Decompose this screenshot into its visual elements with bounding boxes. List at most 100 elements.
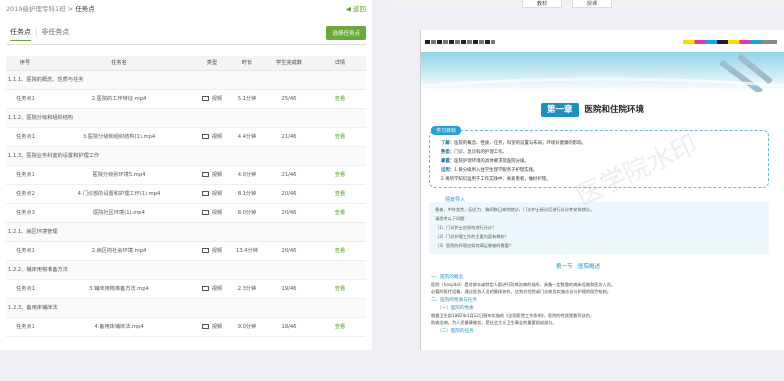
cell-detail[interactable]: 查看 [314,279,366,299]
cell-duration: 4.0分钟 [230,165,264,185]
cell-duration: 8.1分钟 [230,184,264,204]
chapter-title: 医院和住院环境 [584,105,645,115]
cell-duration: 5.1分钟 [230,89,264,109]
cell-type: 视频 [194,241,230,261]
cell-no: 任务点1 [6,317,44,337]
cell-duration: 8.0分钟 [230,203,264,223]
section-row: 1.2.1、病区环境管理 [6,222,366,242]
cell-done: 20/46 [264,203,314,223]
task-panel: 2019级护理专科1班 > 任务点 ◀ 返回 任务点 | 非任务点 选择任务点 序号… [0,0,372,350]
goal-key: 熟悉： [441,150,455,155]
goal-text: 1.将分级用入住学生理学服务于护理实践。 [454,168,538,173]
type-label: 视频 [211,96,223,102]
video-icon [201,96,209,101]
column-header: 任务名 [44,56,194,71]
tab-separator: | [35,28,38,36]
goal-key: 运用： [441,168,455,173]
cell-no: 任务点3 [6,203,44,223]
cell-detail[interactable]: 查看 [314,184,366,204]
cell-name[interactable]: 3.医院分级和组织结构(1).mp4 [44,127,194,147]
book-page: 第一章 医院和住院环境 学习目标 了解：医院的概念、性质、任务，科室的设置与布局，… [420,30,784,350]
task-table: 序号 任务名 类型 时长 学生完成数 详情 1.1.1、医院的概念、性质与任务 任务点1 2.… [6,56,366,337]
section-label: 1.1.2、医院分级和组织结构 [6,108,366,128]
cell-name[interactable]: 4.备用床铺床法.mp4 [44,317,194,337]
case-line: （3）医院的环境应如何满足患者的需要？ [435,243,514,248]
cell-name[interactable]: 2.病区的社会环境.mp4 [44,241,194,261]
cell-done: 19/46 [264,279,314,299]
heading-1: 一、医院的概念 [431,275,464,280]
cell-done: 20/46 [264,184,314,204]
table-row: 任务点1 3.医院分级和组织结构(1).mp4 视频 4.4分钟 21/46 查看 [6,127,366,147]
cell-name[interactable]: 4.门诊部的设置和护理工作(1).mp4 [44,184,194,204]
cell-done: 18/46 [264,317,314,337]
cell-no: 任务点2 [6,184,44,204]
section-row: 1.1.3、医院业务科室的设置和护理工作 [6,146,366,166]
type-label: 视频 [211,134,223,140]
paragraph-line: 根据卫生部1982年1月12日颁布实施的《全国医院工作条例》，医院的性质是救死扶… [431,313,595,318]
goal-key: 了解： [441,141,455,146]
goal-text: 医院护理环境的具体要求及医院分级。 [454,159,529,164]
table-row: 任务点1 3.铺床用物准备方法.mp4 视频 2.3分钟 19/46 查看 [6,279,366,299]
back-label: 返回 [353,5,366,13]
table-row: 任务点1 4.备用床铺床法.mp4 视频 9.0分钟 18/46 查看 [6,317,366,337]
select-task-point-button[interactable]: 选择任务点 [326,26,366,40]
table-header: 序号 任务名 类型 时长 学生完成数 详情 [6,56,366,71]
tab-teaching[interactable]: 授课 [572,0,612,8]
table-row: 任务点1 2.医院的工作特征.mp4 视频 5.1分钟 25/46 查看 [6,89,366,109]
cell-detail[interactable]: 查看 [314,241,366,261]
goal-key: 掌握： [441,159,455,164]
cell-name[interactable]: 2.医院的工作特征.mp4 [44,89,194,109]
table-row: 任务点3 医院社区环境(1).mp4 视频 8.0分钟 20/46 查看 [6,203,366,223]
task-tabs: 任务点 | 非任务点 [10,27,69,41]
cell-name[interactable]: 3.铺床用物准备方法.mp4 [44,279,194,299]
chapter-banner [420,52,784,95]
cell-detail[interactable]: 查看 [314,317,366,337]
type-label: 视频 [211,172,223,178]
paragraph-line: 防病治病，为人民健康服务，是社会主义卫生事业的重要组成部分。 [431,320,557,325]
cell-type: 视频 [194,89,230,109]
column-header: 时长 [230,56,264,71]
type-label: 视频 [211,286,223,292]
cell-duration: 2.3分钟 [230,279,264,299]
tab-non-task-points[interactable]: 非任务点 [41,28,69,36]
column-header: 序号 [6,56,44,71]
section-row: 1.2.2、铺床用物准备方法 [6,260,366,280]
breadcrumb-parent[interactable]: 2019级护理专科1班 [6,5,66,13]
cell-name[interactable]: 医院分级别环境5.mp4 [44,165,194,185]
goal-line: 掌握：医院护理环境的具体要求及医院分级。 [441,158,529,164]
tab-task-points[interactable]: 任务点 [10,28,31,41]
cell-no: 任务点1 [6,89,44,109]
cell-detail[interactable]: 查看 [314,127,366,147]
cell-detail[interactable]: 查看 [314,89,366,109]
learning-goals-title: 学习目标 [431,126,462,135]
cell-type: 视频 [194,184,230,204]
section-label: 1.1.1、医院的概念、性质与任务 [6,70,366,90]
goal-line: 了解：医院的概念、性质、任务，科室的设置与布局，环境对健康的影响。 [441,140,586,146]
goal-text: 门诊、急诊科的护理工作。 [454,150,507,155]
cell-type: 视频 [194,279,230,299]
cell-name[interactable]: 医院社区环境(1).mp4 [44,203,194,223]
section-label: 1.2.3、备用床铺床法 [6,298,366,318]
video-icon [201,134,209,139]
goal-text: 医院的概念、性质、任务，科室的设置与布局，环境对健康的影响。 [454,141,586,146]
cell-no: 任务点1 [6,241,44,261]
cell-done: 20/46 [264,241,314,261]
print-color-bar [683,40,777,44]
cell-detail[interactable]: 查看 [314,203,366,223]
back-button[interactable]: ◀ 返回 [346,3,366,13]
case-line: 请思考以下问题： [435,216,469,221]
video-icon [201,191,209,196]
video-icon [201,210,209,215]
video-icon [201,172,209,177]
chapter-number: 第一章 [541,103,579,117]
tab-textbook[interactable]: 教材 [522,0,562,8]
textbook-viewer: 教材 授课 第一章 医院和住院环境 学习目标 了解：医院的概念、性质、任务，科室的… [392,0,784,350]
breadcrumb: 2019级护理专科1班 > 任务点 [6,3,95,13]
heading-3: （一）医院的性质 [437,306,474,311]
cell-type: 视频 [194,317,230,337]
cell-detail[interactable]: 查看 [314,165,366,185]
cell-duration: 4.4分钟 [230,127,264,147]
heading-2: 二、医院的性质与任务 [431,298,477,303]
section-row: 1.1.2、医院分级和组织结构 [6,108,366,128]
type-label: 视频 [211,210,223,216]
